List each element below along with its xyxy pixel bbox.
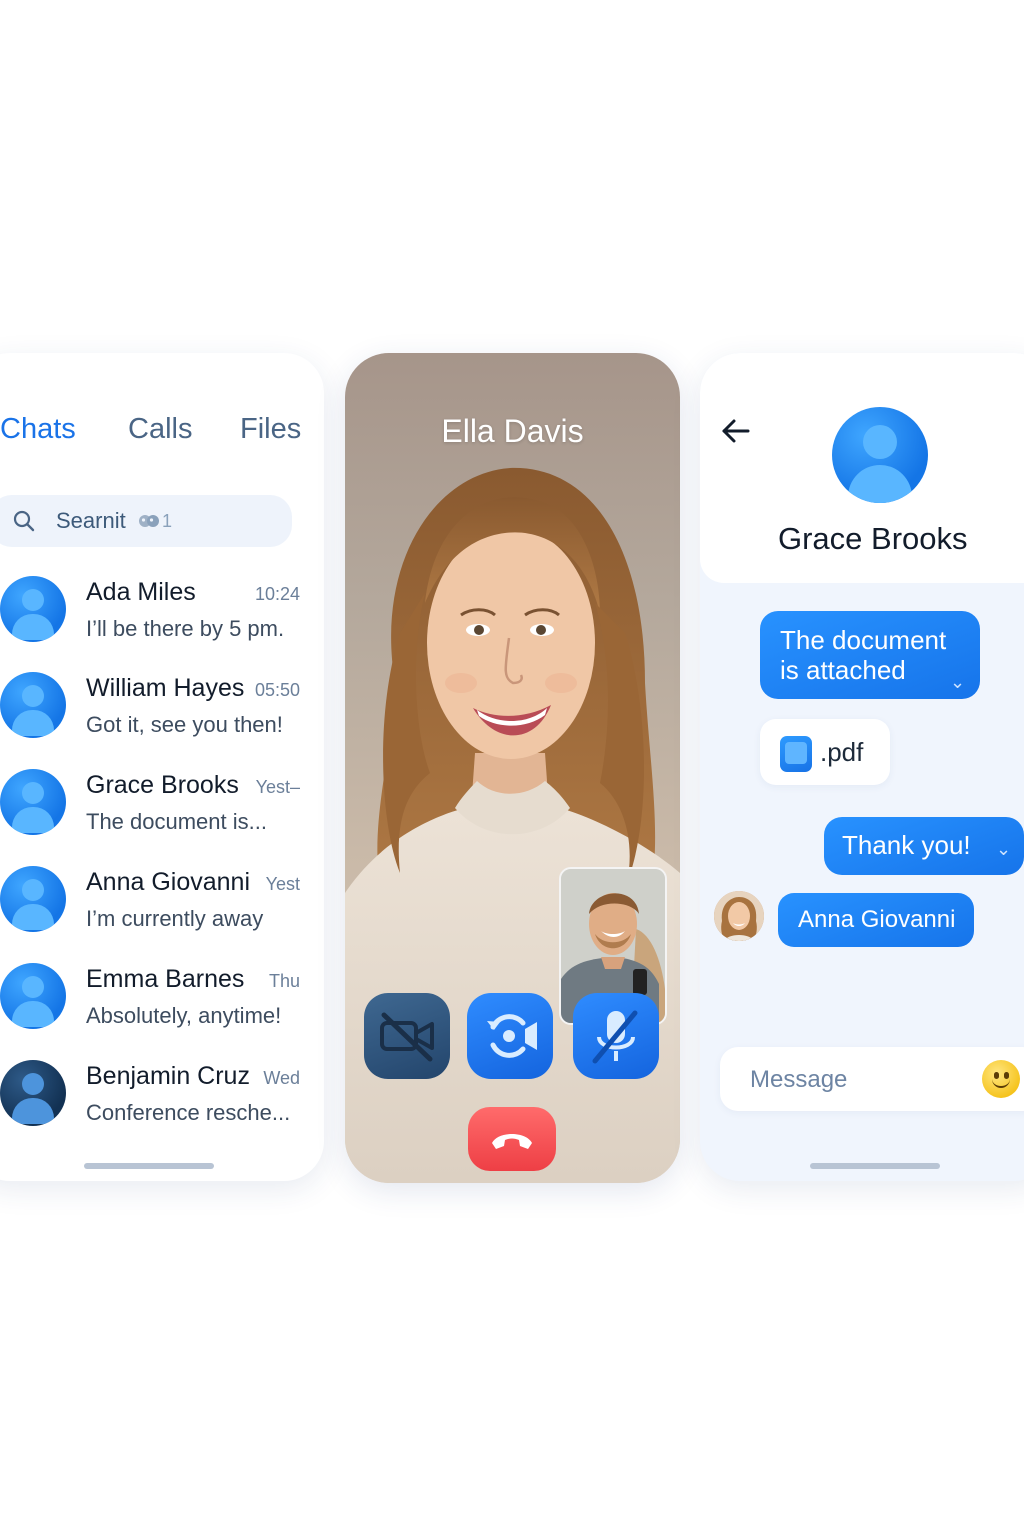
avatar	[0, 672, 66, 738]
chat-name: Emma Barnes	[86, 965, 245, 993]
back-arrow-icon[interactable]	[720, 415, 752, 447]
search-input[interactable]: Searnit 1	[0, 495, 292, 547]
chat-time: Thu	[268, 971, 300, 991]
video-off-icon	[380, 1012, 434, 1062]
chat-item-william-hayes[interactable]: William Hayes 05:50 Got it, see you then…	[0, 672, 324, 768]
avatar	[0, 1060, 66, 1126]
avatar	[0, 963, 66, 1029]
message-input[interactable]: Message	[720, 1047, 1024, 1111]
chat-item-ada-miles[interactable]: Ada Miles 10:24 I’ll be there by 5 pm.	[0, 576, 324, 672]
avatar	[0, 769, 66, 835]
chat-time: Yest–	[255, 777, 300, 797]
chat-name: Benjamin Cruz	[86, 1062, 250, 1090]
chat-time: Yest	[265, 874, 300, 894]
end-call-icon	[492, 1134, 532, 1149]
message-text: Thank you!	[842, 830, 971, 860]
chat-preview: Got it, see you then!	[86, 712, 283, 737]
message-placeholder: Message	[750, 1066, 848, 1093]
search-icon	[13, 510, 35, 532]
tab-calls[interactable]: Calls	[128, 413, 192, 446]
avatar	[0, 866, 66, 932]
message-text: Anna Giovanni	[798, 906, 956, 933]
chat-list-screen: Chats Calls Files Searnit 1 Ada Miles 10…	[0, 353, 324, 1181]
chat-time: 10:24	[254, 584, 300, 604]
chat-preview: I’ll be there by 5 pm.	[86, 616, 285, 641]
video-off-button[interactable]	[364, 993, 450, 1079]
message-bubble[interactable]: The document is attached ⌄	[760, 611, 980, 699]
home-indicator	[84, 1163, 214, 1169]
chat-name: William Hayes	[86, 674, 245, 702]
switch-camera-button[interactable]	[467, 993, 553, 1079]
chat-time: 05:50	[254, 680, 300, 700]
chat-item-grace-brooks[interactable]: Grace Brooks Yest– The document is...	[0, 769, 324, 865]
document-icon	[780, 736, 812, 772]
chat-preview: Absolutely, anytime!	[86, 1003, 282, 1028]
end-call-button[interactable]	[468, 1107, 556, 1171]
incoming-message-row: Anna Giovanni	[714, 891, 1024, 947]
app-showcase: Chats Calls Files Searnit 1 Ada Miles 10…	[0, 0, 1024, 1536]
chat-item-benjamin-cruz[interactable]: Benjamin Cruz Wed Conference resche...	[0, 1060, 324, 1156]
conversation-header: Grace Brooks	[700, 353, 1024, 583]
incoming-message-bubble[interactable]: Anna Giovanni	[778, 893, 974, 947]
chevron-down-icon[interactable]: ⌄	[950, 667, 965, 697]
switch-camera-icon	[487, 1014, 537, 1058]
emoji-icon[interactable]	[982, 1060, 1020, 1098]
tab-bar: Chats Calls Files	[0, 413, 324, 531]
contact-name: Grace Brooks	[778, 521, 968, 556]
chat-name: Anna Giovanni	[86, 868, 251, 896]
tab-files[interactable]: Files	[240, 413, 301, 446]
message-bubble[interactable]: Thank you! ⌄	[824, 817, 1024, 875]
file-extension: .pdf	[820, 737, 864, 767]
sender-avatar	[714, 891, 764, 941]
caller-name: Ella Davis	[441, 413, 584, 449]
tab-chats[interactable]: Chats	[0, 413, 76, 446]
chat-item-anna-giovanni[interactable]: Anna Giovanni Yest I’m currently away	[0, 866, 324, 962]
avatar	[0, 576, 66, 642]
file-attachment[interactable]: .pdf	[760, 719, 890, 785]
video-call-screen: Ella Davis	[345, 353, 680, 1183]
chevron-down-icon[interactable]: ⌄	[996, 839, 1011, 860]
contact-avatar	[832, 407, 928, 503]
chat-time: Wed	[263, 1068, 300, 1088]
message-text: The document is attached	[780, 625, 947, 685]
chat-item-emma-barnes[interactable]: Emma Barnes Thu Absolutely, anytime!	[0, 963, 324, 1059]
chat-name: Ada Miles	[86, 578, 196, 606]
chat-preview: I’m currently away	[86, 906, 264, 931]
conversation-screen: Grace Brooks The document is attached ⌄ …	[700, 353, 1024, 1181]
chat-name: Grace Brooks	[86, 771, 239, 799]
search-placeholder: Searnit	[56, 508, 126, 533]
search-count: 1	[162, 511, 173, 531]
mute-mic-button[interactable]	[573, 993, 659, 1079]
chat-preview: Conference resche...	[86, 1100, 291, 1125]
mic-off-icon	[592, 1010, 638, 1064]
home-indicator	[810, 1163, 940, 1169]
people-icon	[139, 515, 159, 527]
chat-preview: The document is...	[86, 809, 267, 834]
